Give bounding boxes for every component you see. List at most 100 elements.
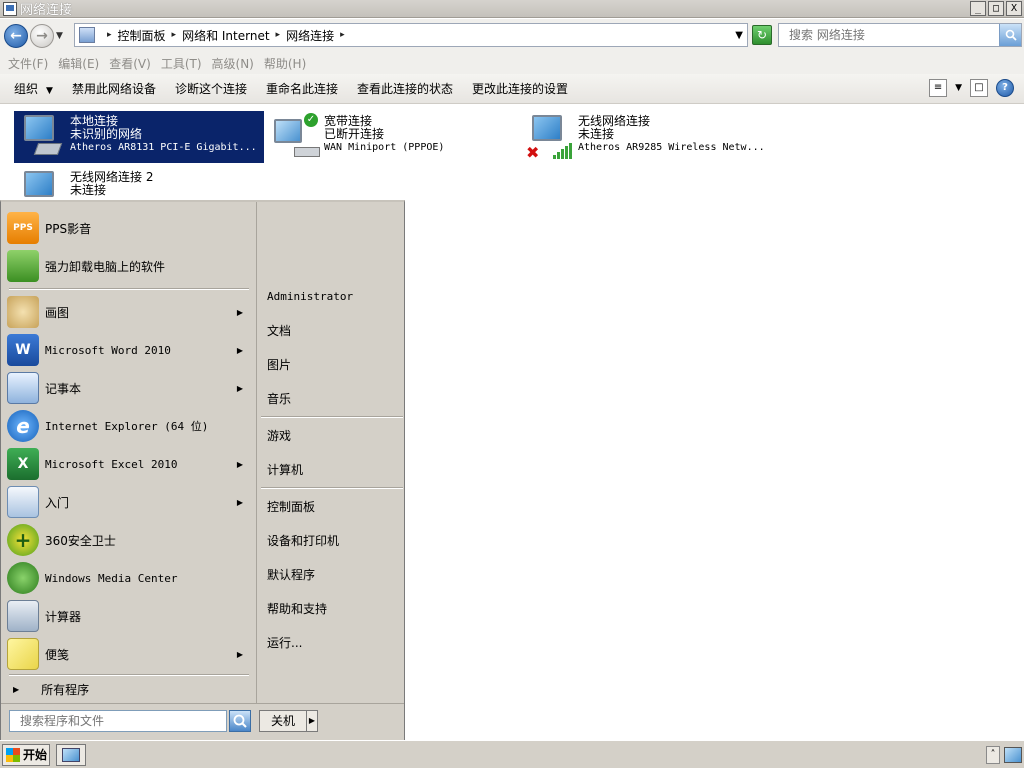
menu-file[interactable]: 文件(F) [8, 55, 48, 72]
start-button[interactable]: 开始 [2, 743, 50, 766]
place-documents[interactable]: 文档 [267, 322, 291, 339]
calculator-icon [7, 600, 39, 632]
connection-device: Atheros AR9285 Wireless Netw... [578, 142, 765, 153]
taskbar-network-connections[interactable] [56, 743, 86, 766]
place-help-support[interactable]: 帮助和支持 [267, 600, 327, 617]
breadcrumb: ▸ 控制面板 ▸ 网络和 Internet ▸ 网络连接 ▸ [101, 27, 351, 44]
pps-icon: PPS [7, 212, 39, 244]
program-paint[interactable]: 画图 ▶ [7, 294, 249, 330]
notepad-icon [7, 372, 39, 404]
breadcrumb-network-internet[interactable]: 网络和 Internet [182, 27, 269, 44]
shutdown-options-arrow-icon[interactable]: ▶ [306, 710, 318, 732]
program-ie[interactable]: e Internet Explorer (64 位) [7, 408, 249, 444]
start-label: 开始 [23, 748, 48, 762]
preview-pane-icon[interactable]: □ [970, 79, 988, 97]
program-uninstaller[interactable]: 强力卸载电脑上的软件 [7, 248, 249, 284]
chevron-right-icon[interactable]: ▸ [107, 30, 112, 40]
connection-status: 未连接 [70, 183, 107, 197]
maximize-button[interactable]: □ [988, 1, 1004, 16]
separator [9, 674, 249, 676]
place-music[interactable]: 音乐 [267, 390, 291, 407]
menu-tools[interactable]: 工具(T) [161, 55, 202, 72]
address-bar[interactable]: ▸ 控制面板 ▸ 网络和 Internet ▸ 网络连接 ▸ ▼ [74, 23, 748, 47]
diagnose-button[interactable]: 诊断这个连接 [175, 80, 247, 97]
program-getting-started[interactable]: 入门 ▶ [7, 484, 249, 520]
program-pps[interactable]: PPS PPS影音 [7, 210, 249, 246]
program-label: 360安全卫士 [45, 533, 116, 548]
back-button[interactable]: ← [4, 23, 28, 48]
connection-wireless[interactable]: ✖ 无线网络连接 未连接 Atheros AR9285 Wireless Net… [522, 111, 782, 163]
address-dropdown-icon[interactable]: ▼ [735, 30, 743, 41]
menu-help[interactable]: 帮助(H) [264, 55, 306, 72]
control-panel-icon [79, 27, 95, 43]
program-word[interactable]: W Microsoft Word 2010 ▶ [7, 332, 249, 368]
program-calculator[interactable]: 计算器 [7, 598, 249, 634]
monitor-icon [274, 119, 302, 143]
recent-pages-dropdown[interactable]: ▼ [56, 31, 66, 41]
menu-view[interactable]: 查看(V) [109, 55, 151, 72]
show-hidden-icons-button[interactable]: ˄ [986, 746, 1000, 764]
program-notepad[interactable]: 记事本 ▶ [7, 370, 249, 406]
place-user-folder[interactable]: Administrator [267, 290, 353, 303]
start-menu-programs: PPS PPS影音 强力卸载电脑上的软件 画图 ▶ W Microsoft Wo… [3, 204, 253, 701]
connection-text: 无线网络连接 未连接 Atheros AR9285 Wireless Netw.… [578, 111, 765, 154]
help-icon[interactable]: ? [996, 79, 1014, 97]
chevron-right-icon: ▶ [13, 685, 20, 694]
submenu-arrow-icon: ▶ [236, 497, 243, 507]
change-settings-button[interactable]: 更改此连接的设置 [472, 80, 568, 97]
program-sticky-notes[interactable]: 便笺 ▶ [7, 636, 249, 672]
program-media-center[interactable]: Windows Media Center [7, 560, 249, 596]
shutdown-button[interactable]: 关机 [259, 710, 307, 732]
refresh-button[interactable]: ↻ [752, 25, 772, 45]
word-icon: W [7, 334, 39, 366]
organize-button[interactable]: 组织 ▼ [14, 80, 53, 97]
connection-local[interactable]: 本地连接 未识别的网络 Atheros AR8131 PCI-E Gigabit… [14, 111, 264, 163]
search-icon[interactable] [999, 24, 1021, 46]
disable-device-button[interactable]: 禁用此网络设备 [72, 80, 156, 97]
program-excel[interactable]: X Microsoft Excel 2010 ▶ [7, 446, 249, 482]
menu-edit[interactable]: 编辑(E) [58, 55, 99, 72]
connection-status: 未识别的网络 [70, 127, 143, 141]
chevron-right-icon[interactable]: ▸ [172, 30, 177, 40]
place-devices-printers[interactable]: 设备和打印机 [267, 532, 339, 549]
separator [261, 416, 403, 418]
forward-button[interactable]: → [30, 23, 54, 48]
program-360-safe[interactable]: + 360安全卫士 [7, 522, 249, 558]
connection-broadband[interactable]: ✓ 宽带连接 已断开连接 WAN Miniport (PPPOE) [268, 111, 518, 163]
search-icon[interactable] [229, 710, 251, 732]
program-label: Microsoft Word 2010 [45, 343, 171, 357]
media-center-icon [7, 562, 39, 594]
start-menu-footer: 关机 ▶ [1, 703, 404, 740]
search-box [778, 23, 1022, 47]
menu-advanced[interactable]: 高级(N) [212, 55, 254, 72]
taskbar: 开始 ˄ [0, 740, 1024, 768]
monitor-icon [24, 171, 54, 197]
modem-icon [294, 147, 320, 157]
rename-button[interactable]: 重命名此连接 [266, 80, 338, 97]
start-search-box [9, 710, 227, 732]
chevron-right-icon[interactable]: ▸ [340, 30, 345, 40]
place-computer[interactable]: 计算机 [267, 461, 303, 478]
search-input[interactable] [779, 24, 997, 46]
start-search-input[interactable] [10, 711, 226, 731]
breadcrumb-network-connections[interactable]: 网络连接 [286, 27, 334, 44]
place-pictures[interactable]: 图片 [267, 356, 291, 373]
network-tray-icon[interactable] [1004, 747, 1022, 763]
close-button[interactable]: X [1006, 1, 1022, 16]
minimize-button[interactable]: _ [970, 1, 986, 16]
excel-icon: X [7, 448, 39, 480]
view-status-button[interactable]: 查看此连接的状态 [357, 80, 453, 97]
internet-explorer-icon: e [7, 410, 39, 442]
signal-bars-icon [553, 143, 572, 159]
view-dropdown-icon[interactable]: ▼ [955, 83, 962, 93]
breadcrumb-control-panel[interactable]: 控制面板 [118, 27, 166, 44]
view-options-icon[interactable]: ≡ [929, 79, 948, 97]
window-controls: _ □ X [970, 1, 1022, 16]
place-games[interactable]: 游戏 [267, 427, 291, 444]
place-control-panel[interactable]: 控制面板 [267, 498, 315, 515]
checkmark-icon: ✓ [304, 113, 318, 127]
place-default-programs[interactable]: 默认程序 [267, 566, 315, 583]
place-run[interactable]: 运行... [267, 634, 302, 651]
all-programs-button[interactable]: ▶ 所有程序 [13, 681, 89, 698]
chevron-right-icon[interactable]: ▸ [276, 30, 281, 40]
